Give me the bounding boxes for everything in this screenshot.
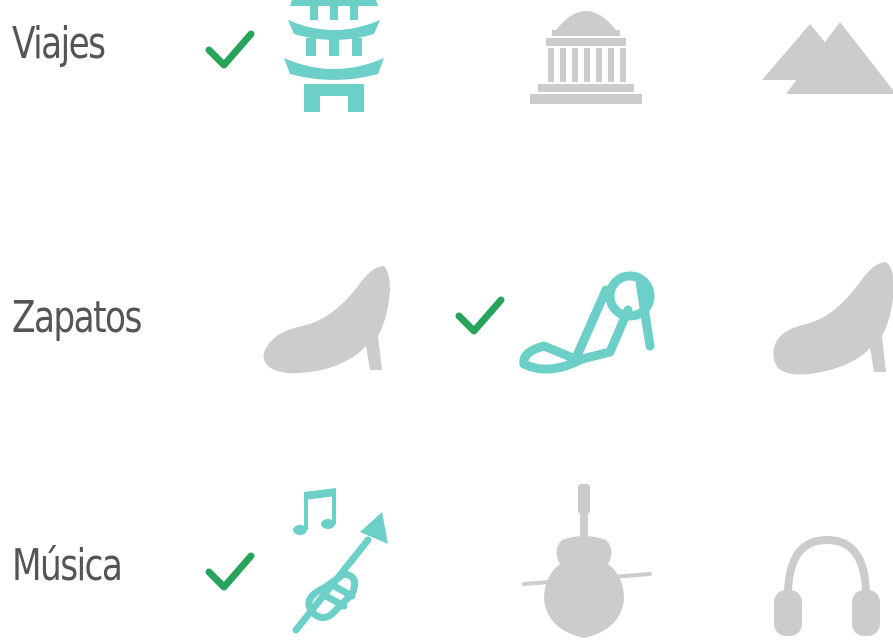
capitol-building-icon[interactable]: [528, 0, 644, 106]
strappy-sandal-icon[interactable]: [518, 260, 662, 384]
row-zapatos: Zapatos: [0, 250, 893, 390]
row-musica: Música: [0, 480, 893, 641]
row-viajes: Viajes: [0, 0, 893, 160]
row-label: Viajes: [12, 18, 106, 69]
pagoda-icon[interactable]: [282, 0, 386, 112]
headphones-icon[interactable]: [772, 530, 882, 640]
checkmark-icon: [455, 296, 505, 335]
mountains-icon[interactable]: [762, 16, 893, 96]
checkmark-icon: [205, 552, 255, 591]
trumpet-icon[interactable]: [282, 480, 392, 641]
row-label: Música: [12, 540, 123, 591]
double-bass-icon[interactable]: [520, 480, 652, 641]
row-label: Zapatos: [12, 292, 142, 343]
high-heel-pump-icon[interactable]: [262, 262, 394, 376]
platform-heel-icon[interactable]: [770, 258, 893, 378]
checkmark-icon: [205, 30, 255, 69]
